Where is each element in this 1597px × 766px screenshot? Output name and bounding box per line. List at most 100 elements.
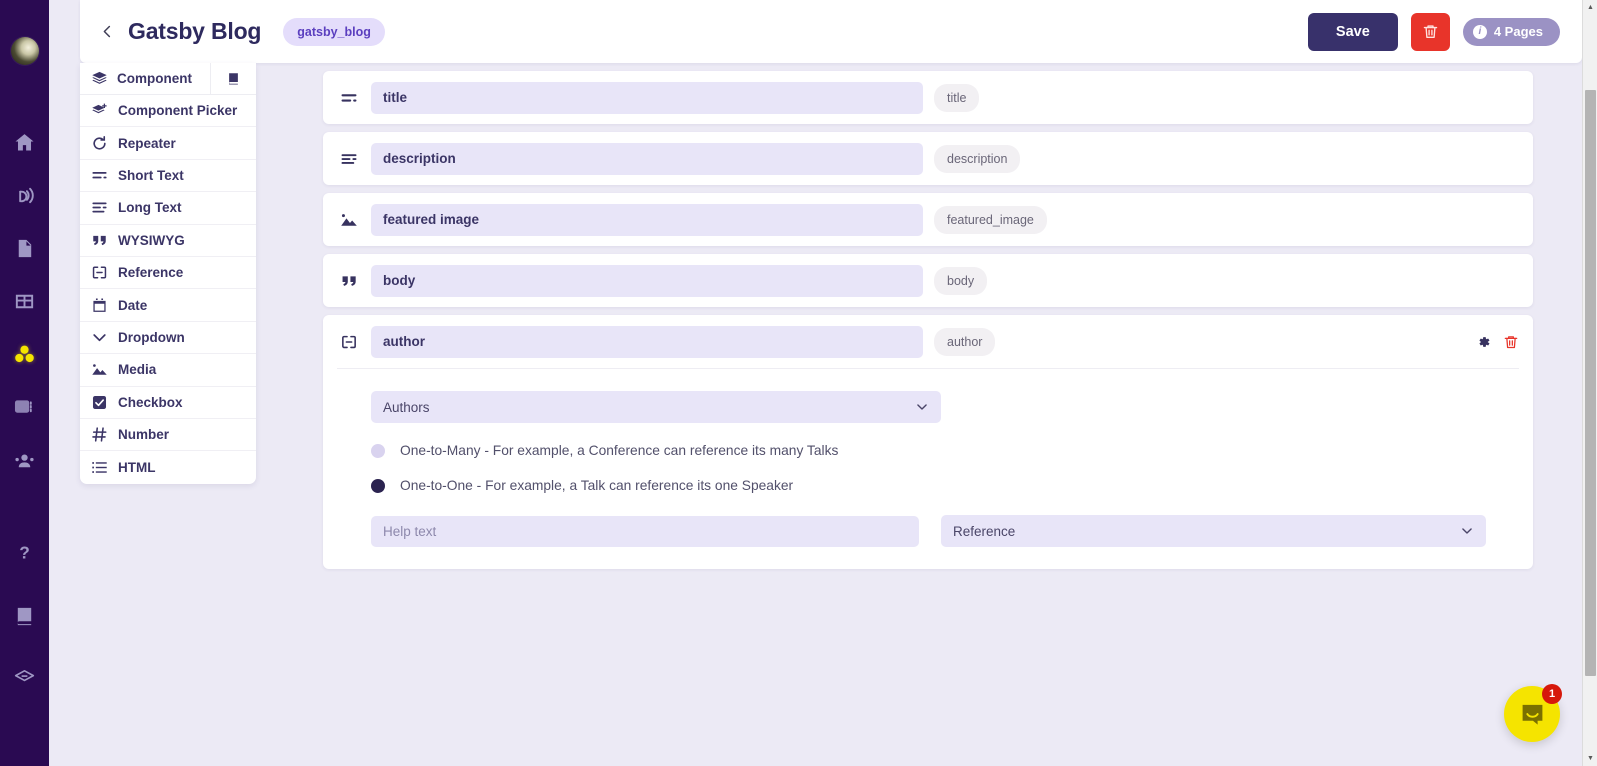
- field-type-label: Repeater: [118, 135, 176, 151]
- field-card-title: title: [323, 71, 1533, 124]
- long-text-icon: [91, 199, 108, 216]
- help-icon[interactable]: ?: [10, 537, 40, 567]
- panel-tab-docs[interactable]: [210, 63, 256, 94]
- field-type-label: HTML: [118, 459, 156, 475]
- pages-count-label: 4 Pages: [1493, 24, 1543, 39]
- field-type-panel-header: Component: [80, 63, 256, 95]
- scrollbar-thumb[interactable]: [1585, 90, 1596, 676]
- layers-icon[interactable]: [10, 663, 40, 693]
- field-key-chip: featured_image: [934, 205, 1047, 234]
- radio-label: One-to-One - For example, a Talk can ref…: [400, 478, 794, 493]
- field-type-dropdown[interactable]: Dropdown: [80, 322, 256, 355]
- hash-icon: [91, 426, 108, 443]
- field-row: body: [337, 254, 1519, 307]
- chevron-down-icon: [1460, 524, 1474, 538]
- scroll-up-arrow[interactable]: ▲: [1583, 0, 1597, 15]
- field-key-chip: body: [934, 266, 988, 295]
- radio-label: One-to-Many - For example, a Conference …: [400, 443, 839, 458]
- main-area: Gatsby Blog gatsby_blog Save i 4 Pages C…: [49, 0, 1597, 766]
- field-type-label: Checkbox: [118, 394, 183, 410]
- home-icon[interactable]: [10, 127, 40, 157]
- field-type-label: Short Text: [118, 167, 184, 183]
- book-icon: [229, 73, 238, 85]
- field-type-short-text[interactable]: Short Text: [80, 160, 256, 193]
- radio-one-to-many[interactable]: One-to-Many - For example, a Conference …: [371, 443, 1519, 458]
- field-name-input[interactable]: [371, 81, 923, 114]
- short-text-icon: [91, 167, 108, 184]
- panel-tab-component-label: Component: [117, 71, 192, 86]
- field-type-label: Number: [118, 427, 170, 443]
- field-type-number[interactable]: Number: [80, 419, 256, 452]
- trash-icon: [1423, 25, 1438, 38]
- field-name-input[interactable]: [371, 203, 923, 236]
- radio-dot-icon: [371, 478, 385, 493]
- link-icon: [337, 332, 361, 352]
- broadcast-icon[interactable]: [10, 180, 40, 210]
- svg-text:?: ?: [19, 542, 30, 562]
- chat-icon: [1522, 704, 1542, 725]
- long-text-icon: [337, 149, 361, 169]
- quote-icon: [91, 232, 108, 249]
- field-card-body: body: [323, 254, 1533, 307]
- field-name-input[interactable]: [371, 264, 923, 297]
- image-icon: [337, 210, 361, 230]
- field-card-featured-image: featured_image: [323, 193, 1533, 246]
- field-type-wysiwyg[interactable]: WYSIWYG: [80, 225, 256, 257]
- field-type-label: Media: [118, 362, 157, 378]
- field-key-chip: title: [934, 83, 980, 112]
- field-type-html[interactable]: HTML: [80, 451, 256, 483]
- delete-component-button[interactable]: [1410, 12, 1450, 51]
- field-name-input[interactable]: [371, 325, 923, 358]
- workspace-avatar[interactable]: [10, 37, 39, 65]
- page-header: Gatsby Blog gatsby_blog Save i 4 Pages: [80, 0, 1582, 63]
- trash-icon: [1504, 335, 1518, 348]
- reference-collection-select[interactable]: Authors: [371, 391, 941, 423]
- field-row-actions: [1475, 334, 1519, 350]
- gear-icon: [1479, 336, 1490, 347]
- field-card-description: description: [323, 132, 1533, 185]
- field-settings-panel: Authors One-to-Many - For example, a Con…: [337, 368, 1519, 569]
- field-row: featured_image: [337, 193, 1519, 246]
- media-icon[interactable]: [10, 392, 40, 422]
- table-icon[interactable]: [10, 286, 40, 316]
- field-type-select[interactable]: Reference: [941, 515, 1486, 547]
- field-delete-button[interactable]: [1503, 334, 1519, 350]
- field-type-reference[interactable]: Reference: [80, 257, 256, 290]
- components-icon[interactable]: [10, 339, 40, 369]
- save-button[interactable]: Save: [1307, 12, 1398, 51]
- slug-chip: gatsby_blog: [283, 17, 385, 46]
- chevron-down-icon: [915, 400, 929, 414]
- help-text-input[interactable]: [371, 515, 919, 547]
- field-type-component-picker[interactable]: Component Picker: [80, 95, 256, 128]
- repeat-icon: [91, 135, 108, 152]
- pages-count-badge[interactable]: i 4 Pages: [1462, 17, 1560, 46]
- panel-tab-component[interactable]: Component: [80, 63, 210, 94]
- chat-unread-badge: 1: [1542, 684, 1562, 704]
- scroll-down-arrow[interactable]: ▼: [1583, 751, 1597, 766]
- image-icon: [91, 361, 108, 378]
- relation-type-radio-group: One-to-Many - For example, a Conference …: [371, 443, 1519, 493]
- field-type-checkbox[interactable]: Checkbox: [80, 387, 256, 419]
- calendar-icon: [91, 297, 108, 314]
- fields-list: title description: [49, 63, 1597, 766]
- field-key-chip: author: [934, 327, 996, 356]
- chevron-left-icon: [103, 25, 110, 38]
- field-type-date[interactable]: Date: [80, 289, 256, 322]
- radio-one-to-one[interactable]: One-to-One - For example, a Talk can ref…: [371, 478, 1519, 493]
- book-icon[interactable]: [10, 600, 40, 630]
- page-title: Gatsby Blog: [128, 18, 262, 44]
- field-type-media[interactable]: Media: [80, 354, 256, 387]
- document-icon[interactable]: [10, 233, 40, 263]
- quote-icon: [337, 271, 361, 291]
- back-button[interactable]: [92, 17, 122, 47]
- field-row: author: [337, 315, 1519, 368]
- field-type-long-text[interactable]: Long Text: [80, 192, 256, 225]
- page-scrollbar[interactable]: ▲ ▼: [1582, 0, 1597, 766]
- field-settings-button[interactable]: [1475, 334, 1491, 350]
- radio-dot-icon: [371, 443, 385, 458]
- field-type-label: Component Picker: [118, 103, 238, 119]
- field-type-repeater[interactable]: Repeater: [80, 127, 256, 160]
- chat-launcher-button[interactable]: 1: [1504, 684, 1562, 742]
- users-icon[interactable]: [10, 445, 40, 475]
- field-name-input[interactable]: [371, 142, 923, 175]
